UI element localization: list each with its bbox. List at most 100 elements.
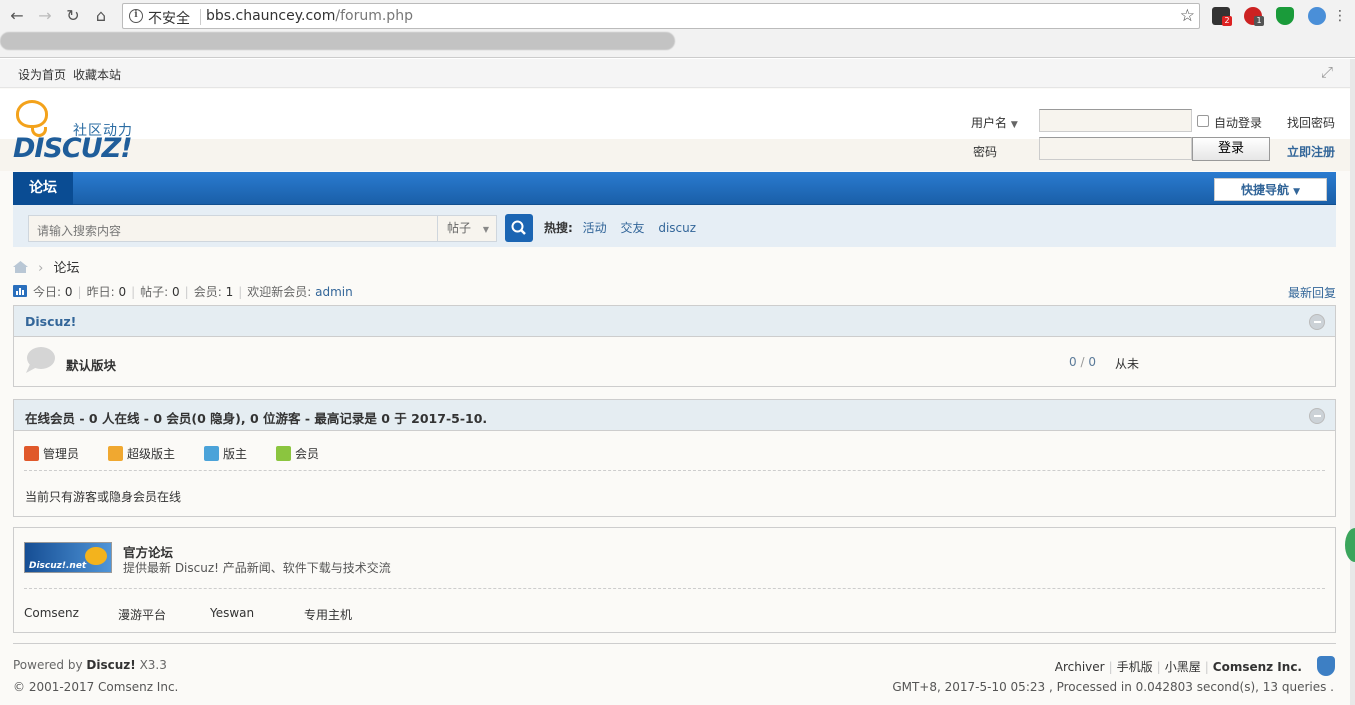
hot-search-link[interactable]: discuz	[658, 221, 696, 235]
auto-login-label: 自动登录	[1214, 116, 1263, 130]
username-input[interactable]	[1039, 109, 1192, 132]
footer: Powered by Discuz! X3.3 © 2001-2017 Coms…	[13, 643, 1336, 705]
bookmark-star-icon[interactable]: ☆	[1180, 6, 1195, 26]
back-icon[interactable]: ←	[6, 5, 28, 27]
latest-reply-link[interactable]: 最新回复	[1288, 284, 1336, 301]
newest-member-link[interactable]: admin	[315, 285, 353, 299]
forum-bubble-icon	[26, 347, 55, 373]
login-form: 用户名 ▼ 自动登录 找回密码 密码 登录 立即注册	[960, 109, 1355, 169]
fullscreen-toggle-icon[interactable]: ⤢	[1321, 63, 1333, 81]
home-icon[interactable]: ⌂	[90, 5, 112, 27]
mobile-link[interactable]: 手机版	[1117, 660, 1153, 674]
hot-search-link[interactable]: 活动	[583, 221, 607, 235]
group-member: 会员	[276, 445, 319, 462]
chevron-down-icon: ▼	[1010, 120, 1018, 130]
site-logo[interactable]: 社区动力 DISCUZ!	[13, 99, 153, 169]
search-placeholder: 请输入搜索内容	[37, 224, 122, 238]
url-host: bbs.chauncey.com	[206, 8, 336, 24]
today-count: 0	[64, 285, 73, 299]
collapse-icon[interactable]	[1309, 314, 1325, 330]
today-label: 今日:	[33, 285, 62, 299]
brand-link[interactable]: Discuz!	[86, 658, 135, 672]
auto-login-checkbox[interactable]	[1197, 115, 1209, 127]
info-icon[interactable]: i	[129, 9, 143, 23]
username-label-text: 用户名	[971, 116, 1008, 130]
bookmark-link[interactable]: 收藏本站	[73, 68, 121, 82]
login-button[interactable]: 登录	[1192, 137, 1270, 161]
shield-extension-icon[interactable]	[1276, 7, 1294, 25]
quick-nav-button[interactable]: 快捷导航 ▼	[1214, 178, 1327, 201]
bookmarks-bar-blurred	[0, 32, 675, 50]
group-label: 超级版主	[127, 447, 176, 461]
category-title[interactable]: Discuz!	[25, 314, 76, 329]
powered-label: Powered by	[13, 658, 83, 672]
group-label: 会员	[295, 447, 320, 461]
member-user-icon	[276, 446, 291, 461]
processed-info: GMT+8, 2017-5-10 05:23 , Processed in 0.…	[892, 680, 1334, 694]
hot-searches: 热搜: 活动 交友 discuz	[544, 219, 706, 236]
archiver-link[interactable]: Archiver	[1055, 660, 1105, 674]
forum-counts: 0 / 0	[1069, 355, 1096, 369]
discuz-net-logo-text: Discuz!.net	[29, 561, 87, 571]
discuz-net-logo[interactable]: Discuz!.net	[24, 542, 112, 573]
search-icon	[511, 220, 526, 235]
yesterday-count: 0	[118, 285, 127, 299]
caret-down-icon: ▼	[1293, 187, 1301, 197]
collapse-icon[interactable]	[1309, 408, 1325, 424]
quick-nav-label: 快捷导航	[1240, 183, 1289, 197]
friend-link[interactable]: Yeswan	[210, 606, 254, 620]
search-input[interactable]: 请输入搜索内容 帖子 ▼	[28, 215, 497, 242]
version: X3.3	[139, 658, 167, 672]
top-bar: 设为首页 收藏本站 ⤢	[0, 59, 1355, 88]
group-admin: 管理员	[24, 445, 79, 462]
security-shield-icon[interactable]	[1317, 656, 1335, 676]
friend-link[interactable]: 专用主机	[304, 606, 352, 623]
online-message: 当前只有游客或隐身会员在线	[25, 490, 182, 504]
scrollbar[interactable]	[1350, 59, 1355, 705]
breadcrumb-current: 论坛	[53, 261, 80, 276]
search-type-label: 帖子	[447, 221, 472, 235]
home-icon[interactable]	[13, 261, 28, 273]
address-bar[interactable]: i 不安全 bbs.chauncey.com/forum.php ☆	[122, 3, 1200, 29]
friend-link[interactable]: Comsenz	[24, 606, 79, 620]
category-header: Discuz!	[14, 306, 1335, 337]
password-label: 密码	[973, 145, 998, 159]
posts-label: 帖子:	[140, 285, 169, 299]
url-path: /forum.php	[335, 8, 413, 24]
username-label[interactable]: 用户名 ▼	[971, 114, 1018, 131]
members-label: 会员:	[193, 285, 222, 299]
password-input[interactable]	[1039, 137, 1192, 160]
forum-name-link[interactable]: 默认版块	[66, 355, 116, 374]
breadcrumb: › 论坛	[13, 257, 80, 276]
search-bar: 请输入搜索内容 帖子 ▼ 热搜: 活动 交友 discuz	[13, 205, 1336, 247]
footer-links: Archiver | 手机版 | 小黑屋 | Comsenz Inc.	[1054, 660, 1302, 674]
extension-badge: 1	[1254, 16, 1264, 26]
powered-by: Powered by Discuz! X3.3	[13, 658, 167, 672]
register-link[interactable]: 立即注册	[1287, 143, 1335, 160]
category-box: Discuz! 默认版块 0 / 0 从未	[13, 305, 1336, 387]
group-moderator: 版主	[204, 445, 247, 462]
group-label: 版主	[223, 447, 248, 461]
hot-search-link[interactable]: 交友	[620, 221, 644, 235]
insecure-label: 不安全	[148, 11, 190, 27]
admin-user-icon	[24, 446, 39, 461]
blackroom-link[interactable]: 小黑屋	[1165, 660, 1201, 674]
nav-item-forum[interactable]: 论坛	[13, 172, 73, 205]
set-home-link[interactable]: 设为首页	[18, 68, 66, 82]
reload-icon[interactable]: ↻	[62, 5, 84, 27]
extension-icon[interactable]	[1308, 7, 1326, 25]
chart-icon	[13, 285, 27, 297]
group-super-moderator: 超级版主	[108, 445, 175, 462]
forgot-password-link[interactable]: 找回密码	[1287, 114, 1335, 131]
forward-icon[interactable]: →	[34, 5, 56, 27]
url-text[interactable]: bbs.chauncey.com/forum.php	[206, 8, 413, 24]
divider	[24, 470, 1325, 471]
extension-badge: 2	[1222, 16, 1232, 26]
search-button[interactable]	[505, 214, 533, 242]
header: 社区动力 DISCUZ! 用户名 ▼ 自动登录 找回密码 密码 登录 立即注册	[0, 89, 1355, 171]
friend-link[interactable]: 漫游平台	[118, 606, 166, 623]
discuz-page: 设为首页 收藏本站 ⤢ 社区动力 DISCUZ! 用户名 ▼ 自动登录 找回密码 …	[0, 59, 1355, 705]
menu-icon[interactable]: ⋮	[1329, 5, 1351, 27]
company-link[interactable]: Comsenz Inc.	[1213, 660, 1302, 674]
search-type-select[interactable]: 帖子 ▼	[437, 216, 497, 241]
